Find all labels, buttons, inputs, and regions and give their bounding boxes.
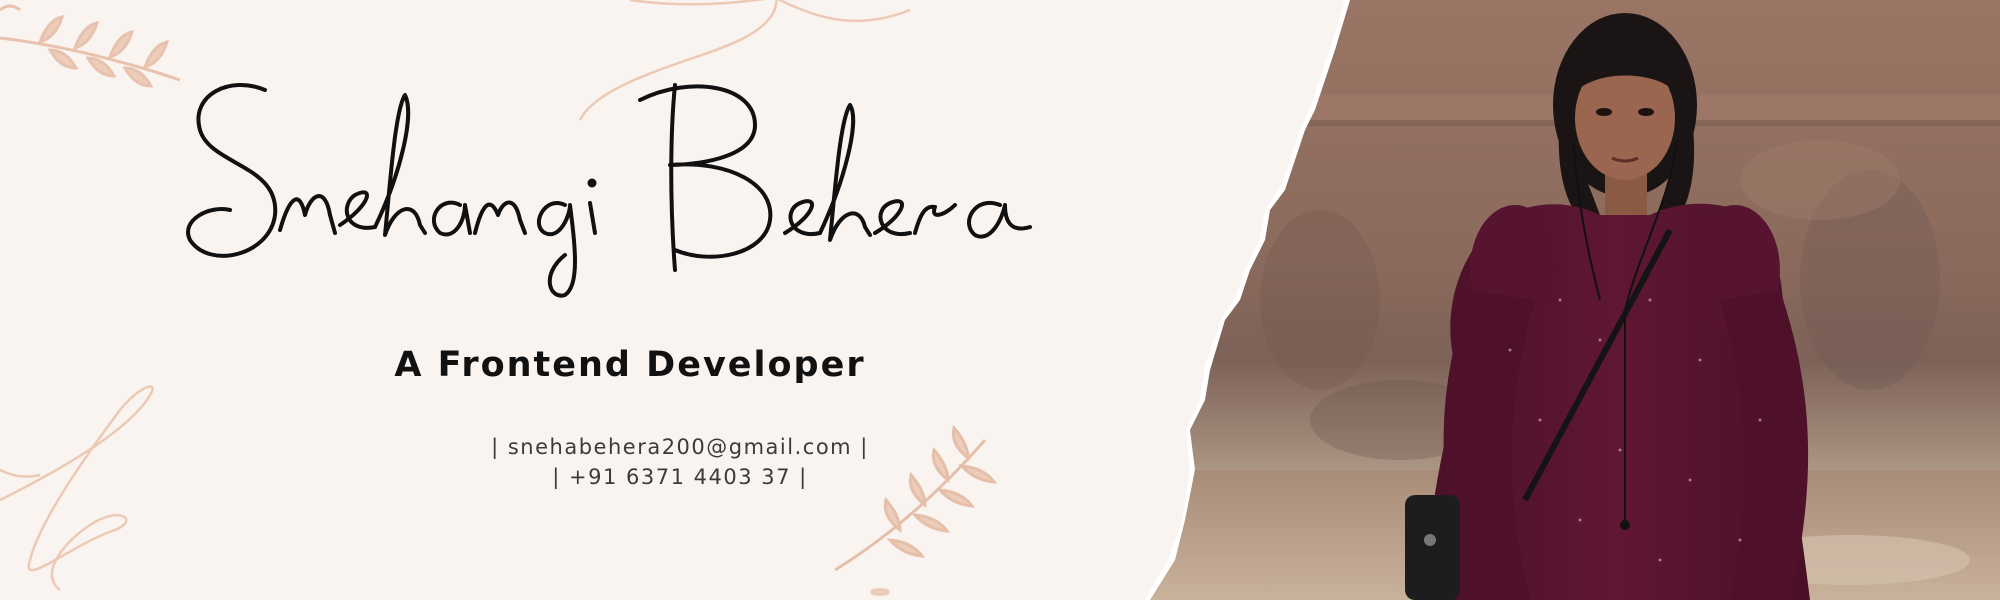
- banner: A Frontend Developer | snehabehera200@gm…: [0, 0, 2000, 600]
- profile-photo: [1145, 0, 2000, 600]
